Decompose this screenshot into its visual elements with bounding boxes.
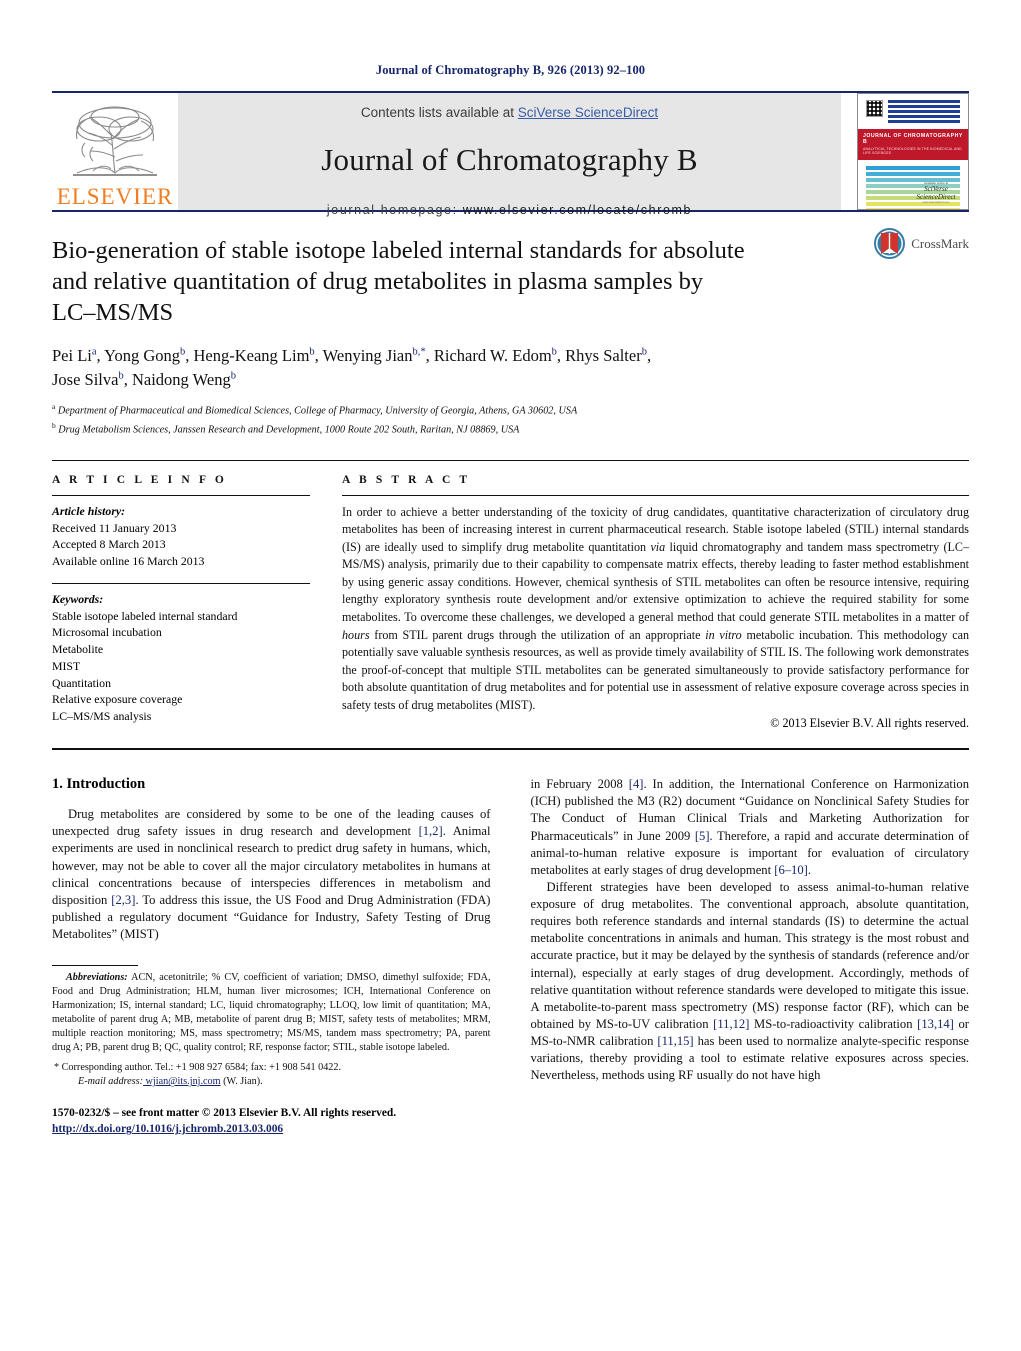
email-footnote: E-mail address: wjian@its.jnj.com (W. Ji… — [52, 1075, 491, 1089]
intro-paragraph-left-1: Drug metabolites are considered by some … — [52, 807, 491, 942]
info-section-bottom-rule — [52, 748, 969, 751]
abstract-heading: A B S T R A C T — [342, 473, 471, 486]
masthead-center: Contents lists available at SciVerse Sci… — [178, 93, 841, 217]
sciencedirect-link[interactable]: SciVerse ScienceDirect — [518, 105, 658, 120]
keyword-item: Stable isotope labeled internal standard — [52, 608, 238, 623]
email-owner: (W. Jian). — [220, 1076, 263, 1088]
journal-masthead: ELSEVIER Contents lists available at Sci… — [52, 93, 969, 217]
author-line-1: Pei Lia, Yong Gongb, Heng-Keang Limb, We… — [52, 345, 652, 365]
elsevier-tree-icon — [73, 106, 157, 176]
cover-red-band: JOURNAL OF CHROMATOGRAPHY B ANALYTICAL T… — [858, 129, 968, 160]
abstract-copyright: © 2013 Elsevier B.V. All rights reserved… — [770, 716, 969, 731]
contents-available-line: Contents lists available at SciVerse Sci… — [361, 105, 658, 120]
footnote-rule — [52, 965, 138, 967]
cover-footer-line3: www.sciencedirect.com — [922, 201, 950, 204]
history-received: Received 11 January 2013 — [52, 520, 177, 535]
intro-paragraph-right-1: in February 2008 [4]. In addition, the I… — [530, 777, 970, 877]
body-columns: 1. Introduction Drug metabolites are con… — [52, 776, 969, 1137]
article-page: Journal of Chromatography B, 926 (2013) … — [0, 0, 1021, 1351]
cover-footer: Available online at SciVerse ScienceDire… — [910, 181, 962, 204]
cover-band-title: JOURNAL OF CHROMATOGRAPHY B — [863, 133, 963, 145]
cover-blue-bars — [888, 100, 960, 123]
citation-ref[interactable]: [13,14] — [917, 1017, 954, 1031]
article-title: Bio-generation of stable isotope labeled… — [52, 237, 745, 326]
citation-ref[interactable]: [1,2] — [419, 824, 443, 838]
elsevier-wordmark: ELSEVIER — [56, 184, 174, 209]
abbreviations-text: ACN, acetonitrile; % CV, coefficient of … — [52, 972, 491, 1053]
corresponding-text: Corresponding author. Tel.: +1 908 927 6… — [59, 1062, 342, 1074]
keywords-group: Keywords: Stable isotope labeled interna… — [52, 584, 310, 725]
citation-ref[interactable]: [2,3] — [111, 893, 135, 907]
email-link[interactable]: wjian@its.jnj.com — [143, 1076, 221, 1087]
history-accepted: Accepted 8 March 2013 — [52, 537, 166, 552]
author-list: Pei Lia, Yong Gongb, Heng-Keang Limb, We… — [52, 344, 932, 392]
cover-band-subtitle: ANALYTICAL TECHNOLOGIES IN THE BIOMEDICA… — [863, 147, 962, 155]
abstract-italic-via: via — [650, 539, 666, 554]
section-title-introduction: 1. Introduction — [52, 776, 146, 793]
email-label: E-mail address: — [78, 1076, 143, 1088]
affiliation-b: b Drug Metabolism Sciences, Janssen Rese… — [52, 420, 520, 436]
keywords-label: Keywords: — [52, 591, 104, 606]
page-footer-block: 1570-0232/$ – see front matter © 2013 El… — [52, 1105, 491, 1137]
affiliation-a: a Department of Pharmaceutical and Biome… — [52, 402, 578, 417]
affiliation-a-text: Department of Pharmaceutical and Biomedi… — [57, 405, 578, 417]
cover-footer-line2: SciVerse ScienceDirect — [916, 185, 956, 201]
abstract-italic-hours: hours — [342, 627, 370, 642]
article-info-heading: A R T I C L E I N F O — [52, 473, 227, 486]
crossmark-icon — [874, 228, 906, 259]
info-abstract-row: A R T I C L E I N F O Article history: R… — [52, 461, 969, 731]
citation-ref[interactable]: [11,12] — [713, 1017, 749, 1031]
abstract-column: A B S T R A C T In order to achieve a be… — [342, 474, 969, 731]
body-left-column: 1. Introduction Drug metabolites are con… — [52, 776, 491, 1137]
keyword-item: Relative exposure coverage — [52, 692, 183, 707]
elsevier-logo: ELSEVIER — [52, 93, 178, 210]
keyword-item: Quantitation — [52, 675, 111, 690]
affiliation-b-text: Drug Metabolism Sciences, Janssen Resear… — [58, 424, 520, 436]
abbreviations-footnote: Abbreviations: ACN, acetonitrile; % CV, … — [52, 971, 491, 1054]
author-line-2: Jose Silvab, Naidong Wengb — [52, 369, 236, 389]
journal-cover-thumbnail: JOURNAL OF CHROMATOGRAPHY B ANALYTICAL T… — [857, 93, 969, 210]
crossmark-badge[interactable]: CrossMark — [874, 228, 969, 259]
article-history-group: Article history: Received 11 January 201… — [52, 496, 310, 570]
body-right-column: in February 2008 [4]. In addition, the I… — [531, 776, 970, 1137]
corresponding-author-footnote: * Corresponding author. Tel.: +1 908 927… — [52, 1061, 491, 1075]
affiliations: a Department of Pharmaceutical and Biome… — [52, 401, 969, 437]
contents-prefix: Contents lists available at — [360, 105, 518, 120]
doi-link[interactable]: http://dx.doi.org/10.1016/j.jchromb.2013… — [52, 1123, 283, 1135]
history-available-online: Available online 16 March 2013 — [52, 554, 205, 569]
abstract-italic-invitro: in vitro — [705, 627, 742, 642]
article-info-column: A R T I C L E I N F O Article history: R… — [52, 474, 310, 731]
citation-ref[interactable]: [4] — [629, 777, 644, 791]
cover-top-bars — [858, 94, 968, 125]
issn-copyright-line: 1570-0232/$ – see front matter © 2013 El… — [52, 1107, 397, 1120]
intro-paragraph-right-2: Different strategies have been developed… — [530, 879, 970, 1083]
crossmark-label: CrossMark — [911, 235, 969, 251]
abstract-part-3: from STIL parent drugs through the utili… — [369, 627, 706, 642]
cover-qr-icon — [866, 100, 883, 117]
abbreviations-label: Abbreviations: — [66, 972, 128, 984]
keyword-item: Metabolite — [52, 642, 104, 657]
title-block: Bio-generation of stable isotope labeled… — [52, 212, 969, 438]
abstract-text: In order to achieve a better understandi… — [342, 496, 969, 714]
keyword-item: Microsomal incubation — [52, 625, 162, 640]
journal-title: Journal of Chromatography B — [321, 142, 698, 177]
citation-ref[interactable]: [6–10] — [774, 863, 808, 877]
citation-ref[interactable]: [11,15] — [657, 1034, 693, 1048]
running-head: Journal of Chromatography B, 926 (2013) … — [375, 63, 646, 77]
keyword-item: LC–MS/MS analysis — [52, 709, 152, 724]
keyword-item: MIST — [52, 658, 81, 673]
article-history-label: Article history: — [52, 503, 126, 518]
citation-ref[interactable]: [5] — [695, 829, 710, 843]
